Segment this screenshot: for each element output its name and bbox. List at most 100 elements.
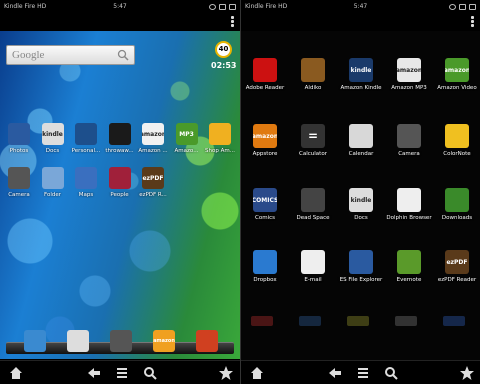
amazon-icon: amazon [142,123,164,145]
dolphin-icon[interactable] [67,330,89,352]
clock-widget-badge[interactable]: 40 [215,41,232,58]
status-bar: Kindle Fire HD 5:47 [241,0,480,13]
device-name: Kindle Fire HD [245,3,288,10]
shop-amazon-icon [209,123,231,145]
app-comics[interactable]: COMICS Comics [241,188,291,221]
menu-list-icon [117,368,127,378]
photos-icon [8,123,30,145]
apps-screen: Kindle Fire HD 5:47 Adobe Reader Aldiko ki… [241,0,480,384]
status-bar: Kindle Fire HD 5:47 [0,0,240,13]
menu-list-button[interactable] [114,365,130,381]
app-label: Dolphin Browser [386,215,432,221]
colornote-icon [445,124,469,148]
kindle-docs-icon: kindle [349,188,373,212]
app-aldiko[interactable]: Aldiko [287,58,339,91]
top-strip [241,13,480,31]
app-adobe-reader[interactable]: Adobe Reader [241,58,291,91]
status-icons [449,0,476,13]
dropbox-icon [253,250,277,274]
favorites-star-icon [460,366,474,380]
app-amazon-kindle[interactable]: kindle Amazon Kindle [335,58,387,91]
app-amazon-video[interactable]: amazon Amazon Video [431,58,480,91]
app-label: Evernote [396,277,422,283]
navigation-bar [241,360,480,384]
app-label: Amazon Video [437,85,477,91]
app-e-mail[interactable]: E-mail [287,250,339,283]
app-evernote[interactable]: Evernote [383,250,435,283]
search-icon [385,367,398,380]
app-label: ColorNote [443,151,471,157]
back-arrow-button[interactable] [86,365,102,381]
home-button[interactable] [249,365,265,381]
app-dropbox[interactable]: Dropbox [241,250,291,283]
amazon-mp3-icon: MP3 [175,123,198,145]
calendar-icon [349,124,373,148]
back-arrow-icon [329,368,341,378]
location-icon [209,3,216,10]
overflow-menu-icon[interactable] [231,16,234,27]
appstore-icon: amazon [253,124,277,148]
home-button[interactable] [8,365,24,381]
app-es-file-explorer[interactable]: ES File Explorer [335,250,387,283]
app-calendar[interactable]: Calendar [335,124,387,157]
location-icon [449,3,456,10]
amazon-mp3-icon: amazon [397,58,421,82]
app-label: Dead Space [296,215,330,221]
top-strip [0,13,240,31]
downloads-icon [445,188,469,212]
app-docs[interactable]: kindle Docs [335,188,387,221]
wifi-icon [459,3,466,10]
menu-list-button[interactable] [355,365,371,381]
gallery-icon[interactable] [24,330,46,352]
battery-icon [229,3,236,10]
favorites-star-button[interactable] [218,365,234,381]
kindle-icon: kindle [349,58,373,82]
ezpdf-icon: ezPDF [445,250,469,274]
email-icon [301,250,325,274]
search-button[interactable] [142,365,158,381]
battery-icon [469,3,476,10]
app-appstore[interactable]: amazon Appstore [241,124,291,157]
amazon-apps-icon[interactable]: amazon [153,330,175,352]
app-label: E-mail [304,277,322,283]
back-arrow-button[interactable] [327,365,343,381]
status-icons [209,0,236,13]
people-icon [108,167,131,189]
chrome-icon [108,123,131,145]
app-amazon-mp3[interactable]: amazon Amazon MP3 [383,58,435,91]
dead-space-icon [301,188,325,212]
app-calculator[interactable]: = Calculator [287,124,339,157]
app-dolphin-browser[interactable]: Dolphin Browser [383,188,435,221]
app-shop-am[interactable]: Shop Am... [200,123,240,154]
app-colornote[interactable]: ColorNote [431,124,480,157]
search-button[interactable] [383,365,399,381]
app-label: Dropbox [253,277,277,283]
app-label: Shop Am... [205,148,235,154]
game-icon[interactable] [196,330,218,352]
search-icon [117,49,129,61]
app-label: ES File Explorer [339,277,383,283]
app-label: ezPDF R... [139,192,167,198]
app-dead-space[interactable]: Dead Space [287,188,339,221]
video-icon [75,123,97,145]
dolphin-browser-icon [397,188,421,212]
app-label: Aldiko [304,85,322,91]
apps-grid-icon[interactable] [110,330,132,352]
search-icon [144,367,157,380]
aldiko-icon [301,58,325,82]
google-search-widget[interactable]: Google [6,45,135,65]
status-time: 5:47 [353,3,368,10]
app-ezpdf-r[interactable]: ezPDF ezPDF R... [133,167,173,198]
app-downloads[interactable]: Downloads [431,188,480,221]
app-camera[interactable]: Camera [383,124,435,157]
ezpdf-icon: ezPDF [142,167,164,189]
favorites-star-button[interactable] [459,365,475,381]
overflow-menu-icon[interactable] [471,16,474,27]
folder-icon [41,167,64,189]
amazon-video-icon: amazon [445,58,469,82]
comics-icon: COMICS [253,188,277,212]
camera-icon [8,167,30,189]
menu-list-icon [358,368,368,378]
app-ezpdf-reader[interactable]: ezPDF ezPDF Reader [431,250,480,283]
app-label: Amazon MP3 [391,85,427,91]
